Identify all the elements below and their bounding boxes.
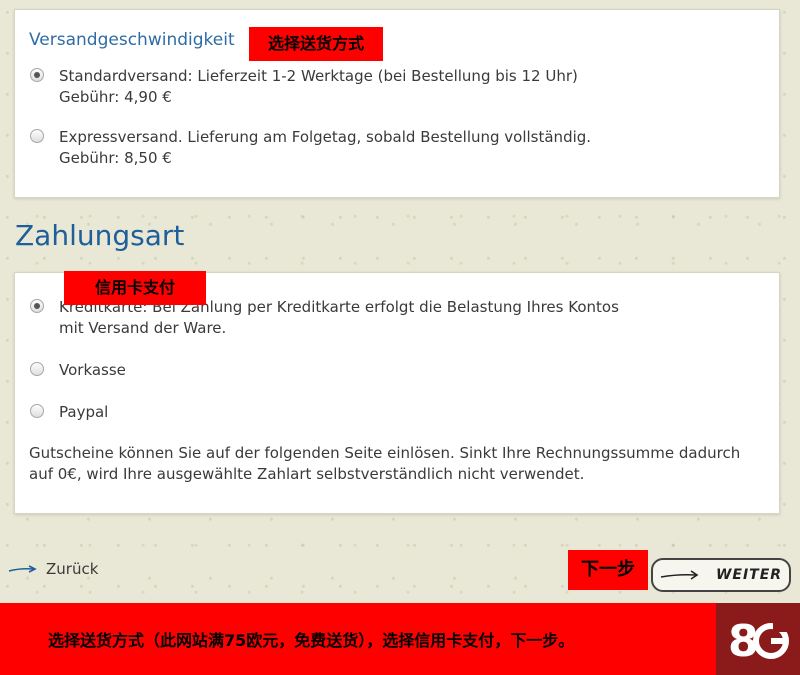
radio-standard-shipping[interactable] xyxy=(30,68,44,82)
next-button[interactable]: WEITER xyxy=(651,558,791,592)
payment-annotation: 信用卡支付 xyxy=(64,271,206,305)
shipping-panel: Versandgeschwindigkeit Standardversand: … xyxy=(14,9,780,198)
voucher-note: Gutscheine können Sie auf der folgenden … xyxy=(29,444,741,483)
next-annotation: 下一步 xyxy=(568,550,648,590)
option-label: Paypal xyxy=(59,403,109,421)
footer-banner: 选择送货方式（此网站满75欧元，免费送货），选择信用卡支付，下一步。 xyxy=(0,603,716,675)
footer-text: 选择送货方式（此网站满75欧元，免费送货），选择信用卡支付，下一步。 xyxy=(48,631,575,650)
shipping-option-standard[interactable]: Standardversand: Lieferzeit 1-2 Werktage… xyxy=(30,66,578,108)
option-label: Standardversand: Lieferzeit 1-2 Werktage… xyxy=(59,67,578,85)
back-link[interactable]: Zurück xyxy=(8,560,98,578)
logo-icon: 8 xyxy=(728,616,789,664)
radio-vorkasse[interactable] xyxy=(30,362,44,376)
payment-panel: Kreditkarte: Bei Zahlung per Kreditkarte… xyxy=(14,272,780,514)
next-label: WEITER xyxy=(715,567,783,583)
radio-credit-card[interactable] xyxy=(30,299,44,313)
option-label: Expressversand. Lieferung am Folgetag, s… xyxy=(59,128,592,146)
payment-option-vorkasse[interactable]: Vorkasse xyxy=(30,360,126,381)
payment-option-paypal[interactable]: Paypal xyxy=(30,402,108,423)
radio-paypal[interactable] xyxy=(30,404,44,418)
arrow-right-icon xyxy=(8,565,37,573)
arrow-right-icon xyxy=(660,570,699,580)
shipping-annotation: 选择送货方式 xyxy=(249,27,383,61)
payment-heading: Zahlungsart xyxy=(15,219,185,252)
option-fee: Gebühr: 8,50 € xyxy=(59,149,172,167)
option-label: Vorkasse xyxy=(59,361,126,379)
shipping-title: Versandgeschwindigkeit xyxy=(29,30,235,50)
brand-logo: 8 xyxy=(716,603,800,675)
option-fee: Gebühr: 4,90 € xyxy=(59,88,172,106)
back-label: Zurück xyxy=(46,560,99,578)
radio-express-shipping[interactable] xyxy=(30,129,44,143)
shipping-option-express[interactable]: Expressversand. Lieferung am Folgetag, s… xyxy=(30,127,591,169)
option-detail: mit Versand der Ware. xyxy=(59,319,227,337)
